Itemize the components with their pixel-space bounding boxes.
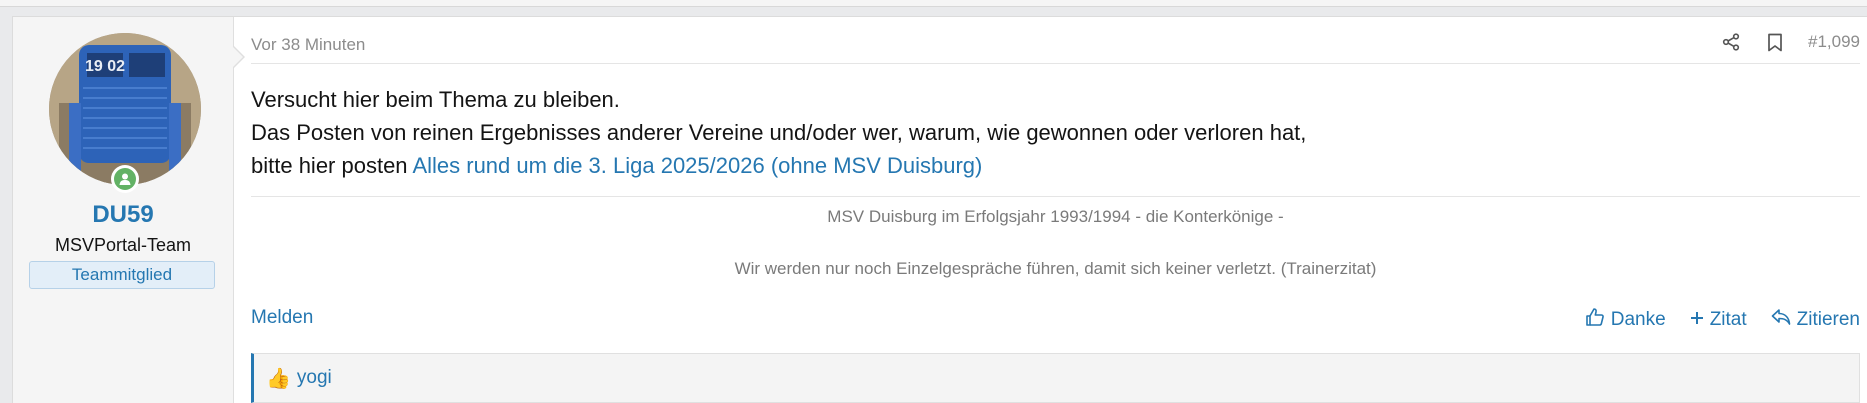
bookmark-icon[interactable] xyxy=(1764,31,1786,53)
report-link[interactable]: Melden xyxy=(251,307,313,329)
quote-label: Zitat xyxy=(1709,309,1747,330)
post-time[interactable]: Vor 38 Minuten xyxy=(251,35,365,55)
divider xyxy=(251,63,1860,64)
online-status-badge xyxy=(111,165,139,193)
avatar-image: 19 02 xyxy=(49,33,201,185)
body-line: Versucht hier beim Thema zu bleiben. xyxy=(251,87,620,112)
body-line-text: bitte hier posten xyxy=(251,153,413,178)
post-number[interactable]: #1,099 xyxy=(1808,32,1860,52)
post-action-bar: Danke Zitat Zitieren xyxy=(1585,307,1860,333)
thumbs-up-icon xyxy=(1585,307,1605,333)
body-line: Das Posten von reinen Ergebnisses andere… xyxy=(251,120,1307,145)
share-icon[interactable] xyxy=(1720,31,1742,53)
username[interactable]: DU59 xyxy=(13,201,233,229)
quote-button[interactable]: Zitat xyxy=(1690,307,1747,333)
user-banner: Teammitglied xyxy=(29,261,215,289)
post-meta-actions: #1,099 xyxy=(1720,31,1860,53)
reactions-bar[interactable]: 👍 yogi xyxy=(251,353,1860,403)
reply-button[interactable]: Zitieren xyxy=(1771,307,1860,333)
plus-icon xyxy=(1690,309,1704,331)
avatar[interactable]: 19 02 xyxy=(49,33,201,185)
message-arrow xyxy=(232,45,245,69)
user-title: MSVPortal-Team xyxy=(54,235,192,255)
user-online-icon xyxy=(114,168,136,190)
reply-icon xyxy=(1771,308,1791,332)
post-content: Vor 38 Minuten #1,099 Versucht hier beim… xyxy=(251,17,1860,403)
reaction-users[interactable]: yogi xyxy=(297,367,332,389)
body-line: bitte hier posten Alles rund um die 3. L… xyxy=(251,149,1306,182)
post-body: Versucht hier beim Thema zu bleiben. Das… xyxy=(251,83,1306,182)
signature-line: MSV Duisburg im Erfolgsjahr 1993/1994 - … xyxy=(827,207,1284,226)
user-column: 19 02 DU59 MSVPortal-Team Teammitglied xyxy=(13,17,234,403)
post-actions: Melden Danke Zitat Zitieren xyxy=(251,307,1860,335)
svg-text:19 02: 19 02 xyxy=(85,58,125,75)
forum-post: 19 02 DU59 MSVPortal-Team Teammitglied V… xyxy=(12,16,1867,403)
top-strip xyxy=(0,0,1867,7)
like-label: Danke xyxy=(1610,309,1666,330)
thumbs-up-icon: 👍 xyxy=(266,367,291,390)
signature-divider xyxy=(251,196,1860,197)
signature-line: Wir werden nur noch Einzelgespräche führ… xyxy=(734,259,1377,278)
reply-label: Zitieren xyxy=(1796,309,1860,330)
thread-link[interactable]: Alles rund um die 3. Liga 2025/2026 (ohn… xyxy=(412,153,982,178)
like-button[interactable]: Danke xyxy=(1585,307,1666,333)
